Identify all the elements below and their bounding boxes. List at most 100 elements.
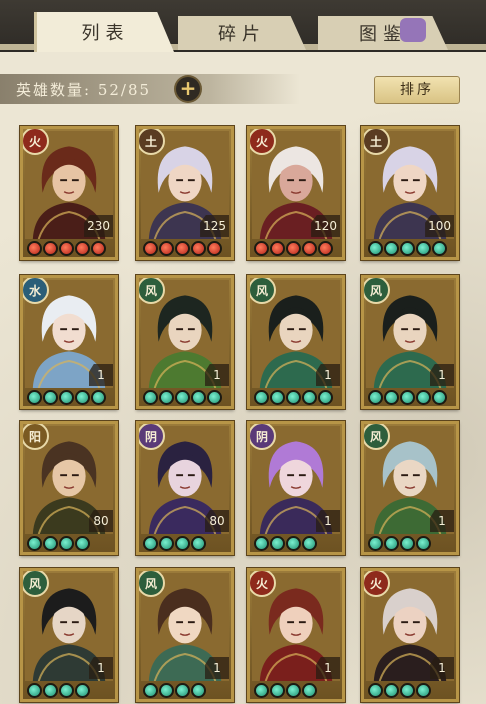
star-gem-icon bbox=[43, 536, 58, 551]
faction-wind-icon: 风 bbox=[23, 571, 49, 597]
star-gem-icon bbox=[59, 241, 74, 256]
faction-wind-icon: 风 bbox=[364, 278, 390, 304]
star-gem-icon bbox=[75, 536, 90, 551]
star-gem-icon bbox=[270, 241, 285, 256]
star-gem-icon bbox=[143, 390, 158, 405]
tab-bar: 列表 碎片 图鉴 bbox=[0, 0, 486, 52]
star-gem-icon bbox=[43, 683, 58, 698]
hero-card[interactable]: 风1 bbox=[361, 275, 459, 409]
star-gem-icon bbox=[175, 241, 190, 256]
hero-card[interactable]: 火1 bbox=[361, 568, 459, 702]
hero-card[interactable]: 水1 bbox=[20, 275, 118, 409]
star-gem-icon bbox=[175, 390, 190, 405]
hero-level: 230 bbox=[84, 215, 113, 237]
faction-yang-icon: 阳 bbox=[23, 424, 49, 450]
hero-level: 1 bbox=[205, 657, 229, 679]
star-gem-icon bbox=[432, 241, 447, 256]
star-gem-icon bbox=[416, 536, 431, 551]
star-gem-icon bbox=[368, 241, 383, 256]
tab-codex[interactable]: 图鉴 bbox=[318, 16, 448, 50]
hero-level: 1 bbox=[316, 657, 340, 679]
faction-wind-icon: 风 bbox=[139, 278, 165, 304]
star-gem-icon bbox=[286, 241, 301, 256]
star-gem-icon bbox=[432, 390, 447, 405]
star-rating bbox=[27, 241, 106, 256]
hero-card[interactable]: 土 125 bbox=[136, 126, 234, 260]
hero-card[interactable]: 火 120 bbox=[247, 126, 345, 260]
hero-level: 100 bbox=[425, 215, 454, 237]
star-gem-icon bbox=[27, 241, 42, 256]
faction-fire-icon: 火 bbox=[364, 571, 390, 597]
hero-card[interactable]: 火 230 bbox=[20, 126, 118, 260]
star-rating bbox=[254, 683, 317, 698]
faction-water-icon: 水 bbox=[23, 278, 49, 304]
sort-button[interactable]: 排序 bbox=[374, 76, 460, 104]
faction-earth-icon: 土 bbox=[139, 129, 165, 155]
star-gem-icon bbox=[159, 683, 174, 698]
star-gem-icon bbox=[27, 683, 42, 698]
hero-card[interactable]: 风1 bbox=[136, 275, 234, 409]
star-gem-icon bbox=[27, 390, 42, 405]
hero-count-label: 英雄数量: bbox=[16, 81, 92, 99]
star-gem-icon bbox=[416, 390, 431, 405]
star-gem-icon bbox=[207, 241, 222, 256]
hero-card[interactable]: 阴1 bbox=[247, 421, 345, 555]
hero-card[interactable]: 风1 bbox=[20, 568, 118, 702]
star-gem-icon bbox=[191, 536, 206, 551]
hero-card[interactable]: 风1 bbox=[136, 568, 234, 702]
star-rating bbox=[368, 683, 431, 698]
notification-badge-icon bbox=[400, 18, 426, 42]
star-gem-icon bbox=[75, 683, 90, 698]
star-gem-icon bbox=[191, 683, 206, 698]
star-gem-icon bbox=[302, 683, 317, 698]
star-gem-icon bbox=[91, 241, 106, 256]
star-gem-icon bbox=[270, 390, 285, 405]
hero-level: 125 bbox=[200, 215, 229, 237]
star-gem-icon bbox=[270, 683, 285, 698]
star-gem-icon bbox=[191, 390, 206, 405]
hero-card[interactable]: 土 100 bbox=[361, 126, 459, 260]
hero-card[interactable]: 阴 80 bbox=[136, 421, 234, 555]
star-rating bbox=[254, 241, 333, 256]
hero-level: 1 bbox=[430, 364, 454, 386]
star-gem-icon bbox=[400, 390, 415, 405]
star-gem-icon bbox=[59, 390, 74, 405]
star-rating bbox=[27, 683, 90, 698]
star-gem-icon bbox=[400, 241, 415, 256]
star-gem-icon bbox=[159, 241, 174, 256]
star-gem-icon bbox=[75, 390, 90, 405]
star-rating bbox=[27, 390, 106, 405]
star-gem-icon bbox=[400, 536, 415, 551]
star-gem-icon bbox=[43, 241, 58, 256]
star-gem-icon bbox=[254, 390, 269, 405]
faction-yin-icon: 阴 bbox=[139, 424, 165, 450]
faction-wind-icon: 风 bbox=[364, 424, 390, 450]
star-gem-icon bbox=[59, 683, 74, 698]
star-gem-icon bbox=[191, 241, 206, 256]
faction-wind-icon: 风 bbox=[139, 571, 165, 597]
star-gem-icon bbox=[302, 241, 317, 256]
star-gem-icon bbox=[43, 390, 58, 405]
faction-fire-icon: 火 bbox=[250, 129, 276, 155]
hero-level: 1 bbox=[89, 364, 113, 386]
hero-card[interactable]: 火1 bbox=[247, 568, 345, 702]
star-gem-icon bbox=[254, 536, 269, 551]
hero-card[interactable]: 风1 bbox=[247, 275, 345, 409]
star-gem-icon bbox=[384, 536, 399, 551]
star-gem-icon bbox=[302, 390, 317, 405]
hero-card[interactable]: 风1 bbox=[361, 421, 459, 555]
star-gem-icon bbox=[159, 390, 174, 405]
tab-list[interactable]: 列表 bbox=[34, 12, 174, 52]
faction-fire-icon: 火 bbox=[23, 129, 49, 155]
hero-card[interactable]: 阳 80 bbox=[20, 421, 118, 555]
hero-level: 120 bbox=[311, 215, 340, 237]
hero-level: 1 bbox=[430, 510, 454, 532]
star-rating bbox=[143, 241, 222, 256]
tab-fragments[interactable]: 碎片 bbox=[178, 16, 306, 50]
hero-level: 80 bbox=[89, 510, 113, 532]
star-gem-icon bbox=[384, 241, 399, 256]
hero-level: 1 bbox=[430, 657, 454, 679]
star-gem-icon bbox=[416, 683, 431, 698]
plus-icon[interactable]: + bbox=[176, 77, 200, 101]
star-gem-icon bbox=[175, 536, 190, 551]
